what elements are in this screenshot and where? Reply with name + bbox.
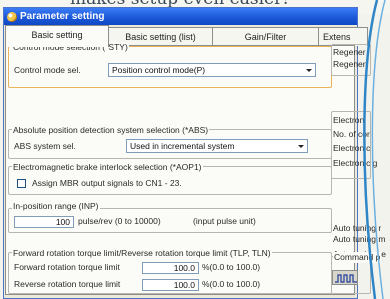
brake-group-label: Electromagnetic brake interlock selectio…	[12, 162, 203, 173]
decorative-curve	[363, 0, 386, 299]
chevron-down-icon[interactable]	[295, 141, 306, 151]
reverse-torque-range: %(0.0 to 100.0)	[202, 279, 261, 289]
inposition-group-label: In-position range (INP)	[12, 201, 100, 212]
title-bar[interactable]: Parameter setting	[4, 8, 357, 25]
chevron-down-icon[interactable]	[303, 65, 314, 75]
tab-basic-setting[interactable]: Basic setting	[5, 25, 109, 47]
inposition-unit: pulse/rev (0 to 10000)	[78, 216, 161, 226]
torque-group-label: Forward rotation torque limit/Reverse ro…	[12, 248, 272, 259]
forward-torque-input[interactable]: 100.0	[142, 262, 199, 274]
mbr-checkbox[interactable]	[17, 179, 26, 188]
tab-strip: Basic setting Basic setting (list) Gain/…	[5, 25, 368, 47]
control-mode-label: Control mode sel.	[14, 65, 81, 75]
abs-select[interactable]: Used in incremental system	[126, 139, 308, 153]
forward-torque-label: Forward rotation torque limit	[14, 262, 120, 272]
control-mode-value: Position control mode(P)	[112, 65, 206, 75]
reverse-torque-label: Reverse rotation torque limit	[14, 279, 121, 289]
basic-setting-panel: Control mode selection (*STY) Control mo…	[5, 42, 355, 295]
reverse-torque-input[interactable]: 100.0	[142, 279, 199, 291]
abs-value: Used in incremental system	[130, 141, 235, 151]
app-icon	[7, 12, 17, 22]
inposition-input[interactable]: 100	[14, 216, 74, 228]
inposition-note: (input pulse unit)	[193, 216, 256, 226]
abs-group-label: Absolute position detection system selec…	[12, 125, 210, 136]
control-mode-select[interactable]: Position control mode(P)	[108, 63, 316, 77]
mbr-checkbox-label: Assign MBR output signals to CN1 - 23.	[32, 178, 182, 188]
forward-torque-range: %(0.0 to 100.0)	[202, 262, 261, 272]
abs-label: ABS system sel.	[14, 141, 76, 151]
window-title: Parameter setting	[20, 11, 105, 22]
tab-gain-filter[interactable]: Gain/Filter	[212, 27, 319, 46]
